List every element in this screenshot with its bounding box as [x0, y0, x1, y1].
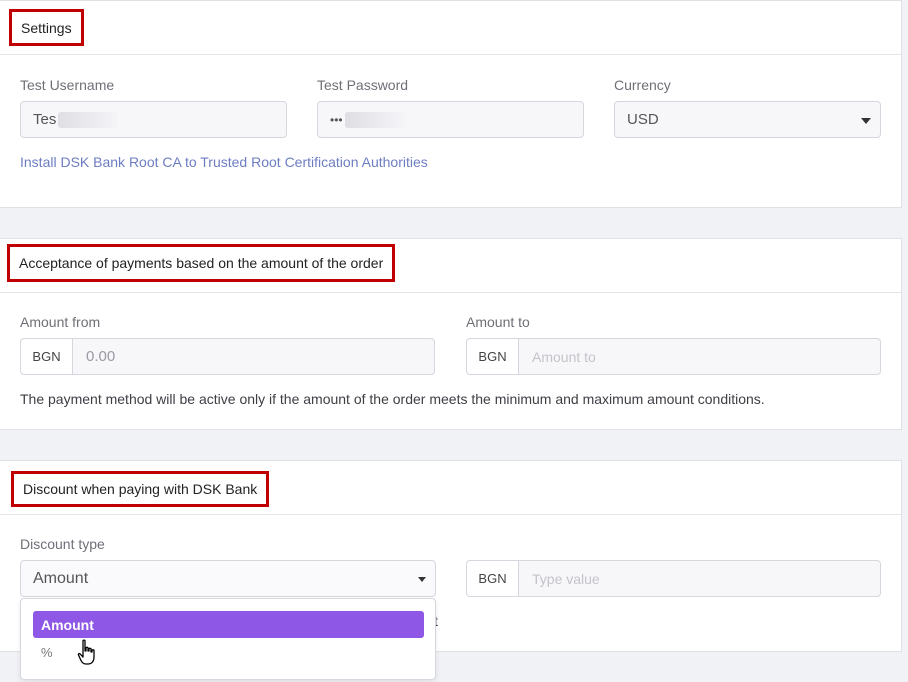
acceptance-title: Acceptance of payments based on the amou… — [7, 244, 396, 282]
settings-panel: Settings Test Username Tes Test Password… — [0, 0, 902, 208]
username-label: Test Username — [20, 77, 115, 93]
discount-type-value: Amount — [33, 569, 89, 587]
discount-type-select[interactable]: Amount — [20, 560, 436, 597]
password-value: ••• — [330, 112, 343, 127]
discount-header: Discount when paying with DSK Bank — [0, 461, 901, 515]
acceptance-header: Acceptance of payments based on the amou… — [0, 239, 901, 293]
amount-from-field[interactable]: BGN 0.00 — [20, 338, 435, 375]
discount-type-label: Discount type — [20, 536, 105, 552]
password-label: Test Password — [317, 77, 409, 93]
amount-from-label: Amount from — [20, 314, 101, 330]
acceptance-note: The payment method will be active only i… — [20, 391, 765, 407]
option-percent[interactable]: % — [41, 645, 53, 660]
hand-cursor-icon — [77, 639, 95, 665]
chevron-down-icon — [418, 577, 426, 582]
discount-title: Discount when paying with DSK Bank — [11, 471, 270, 507]
settings-header: Settings — [0, 1, 901, 55]
username-value: Tes — [33, 111, 57, 128]
username-input[interactable]: Tes — [20, 101, 287, 138]
currency-value: USD — [627, 111, 659, 128]
discount-value-field[interactable]: BGN Type value — [466, 560, 881, 597]
option-amount[interactable]: Amount — [33, 611, 424, 638]
currency-addon: BGN — [467, 561, 519, 596]
chevron-down-icon — [861, 118, 871, 124]
redaction-blur — [58, 111, 119, 128]
currency-label: Currency — [614, 77, 671, 93]
currency-addon: BGN — [467, 339, 519, 374]
redaction-blur — [344, 111, 405, 128]
currency-addon: BGN — [21, 339, 73, 374]
amount-to-label: Amount to — [466, 314, 530, 330]
amount-to-placeholder: Amount to — [532, 348, 596, 365]
install-ca-link[interactable]: Install DSK Bank Root CA to Trusted Root… — [20, 154, 428, 170]
amount-from-value: 0.00 — [86, 348, 116, 365]
discount-value-placeholder: Type value — [532, 570, 600, 587]
settings-title: Settings — [9, 9, 84, 46]
currency-select[interactable]: USD — [614, 101, 881, 138]
acceptance-panel: Acceptance of payments based on the amou… — [0, 238, 902, 430]
amount-to-field[interactable]: BGN Amount to — [466, 338, 881, 375]
password-input[interactable]: ••• — [317, 101, 584, 138]
